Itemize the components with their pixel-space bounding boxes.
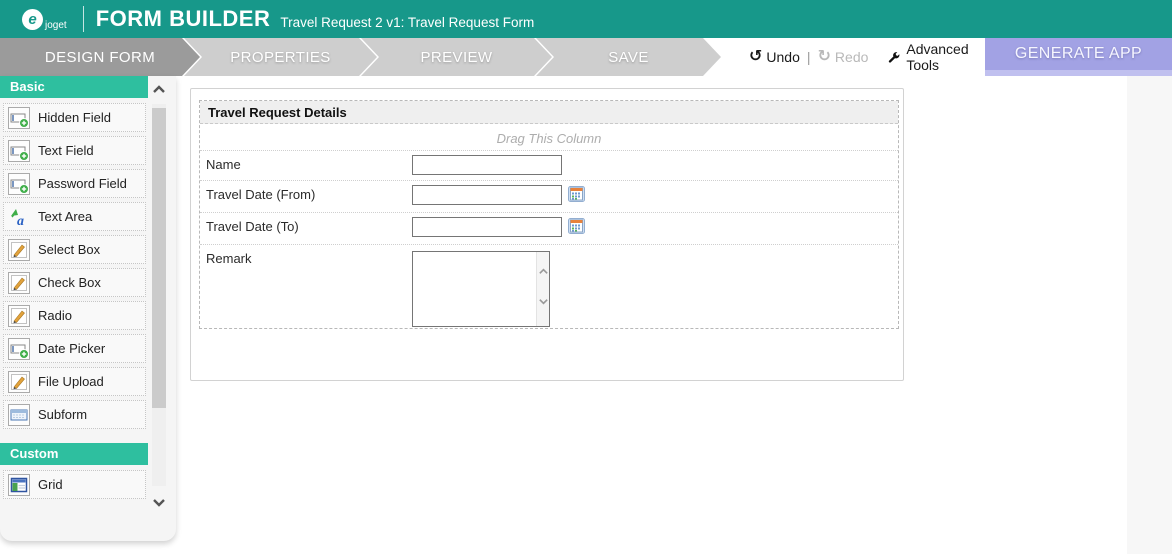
remark-textarea-wrap — [412, 251, 550, 327]
form-row-name[interactable]: Name — [200, 150, 898, 180]
field-label-travel-date-from: Travel Date (From) — [206, 187, 316, 202]
palette-scroll-down-icon[interactable] — [151, 494, 167, 510]
input-add-icon — [8, 106, 30, 129]
header-divider — [82, 6, 84, 32]
palette-item-grid[interactable]: Grid — [3, 470, 146, 499]
palette-item-label: Subform — [38, 407, 88, 422]
palette-item-label: File Upload — [38, 374, 104, 389]
joget-logo-icon: e — [22, 8, 43, 30]
palette-item-label: Radio — [38, 308, 72, 323]
field-label-remark: Remark — [206, 251, 252, 266]
form-row-remark[interactable]: Remark — [200, 244, 898, 327]
workflow-tabbar: DESIGN FORM PROPERTIES PREVIEW SAVE ↺ Un… — [0, 38, 1172, 76]
form-subtitle: Travel Request 2 v1: Travel Request Form — [280, 15, 535, 30]
pencil-box-icon — [8, 238, 30, 261]
palette-scrollbar-thumb[interactable] — [152, 108, 166, 408]
form-section-title[interactable]: Travel Request Details — [200, 101, 898, 124]
input-add-icon — [8, 172, 30, 195]
undo-icon: ↺ — [749, 48, 763, 65]
app-header: e joget FORM BUILDER Travel Request 2 v1… — [0, 0, 1172, 38]
advanced-tools-button[interactable]: Advanced Tools — [868, 41, 985, 73]
travel-date-to-calendar-button[interactable] — [568, 218, 585, 237]
drag-column-hint[interactable]: Drag This Column — [200, 124, 898, 150]
advanced-tools-label: Advanced Tools — [906, 41, 969, 73]
generate-app-button[interactable]: GENERATE APP — [985, 38, 1172, 76]
field-label-name: Name — [206, 157, 241, 172]
tab-preview[interactable]: PREVIEW — [361, 38, 552, 76]
input-add-icon — [8, 337, 30, 360]
palette-item-password-field[interactable]: Password Field — [3, 169, 146, 198]
calendar-icon — [568, 186, 585, 202]
pencil-box-icon — [8, 304, 30, 327]
app-title: FORM BUILDER — [95, 6, 271, 31]
wrench-icon — [889, 51, 900, 63]
calendar-icon — [568, 218, 585, 234]
subform-icon — [8, 403, 30, 426]
palette-item-label: Text Area — [38, 209, 93, 224]
undo-button[interactable]: ↺ Undo — [749, 48, 800, 66]
palette-item-label: Check Box — [38, 275, 101, 290]
palette-section-custom: Custom — [0, 443, 148, 465]
tab-save[interactable]: SAVE — [536, 38, 721, 76]
palette-item-text-area[interactable]: a Text Area — [3, 202, 146, 231]
joget-logo-text: joget — [45, 19, 67, 31]
field-label-travel-date-to: Travel Date (To) — [206, 219, 299, 234]
palette-item-text-field[interactable]: Text Field — [3, 136, 146, 165]
name-input[interactable] — [412, 155, 562, 175]
palette-item-label: Hidden Field — [38, 110, 111, 125]
scroll-down-icon[interactable] — [538, 296, 549, 307]
palette-item-file-upload[interactable]: File Upload — [3, 367, 146, 396]
palette-item-radio[interactable]: Radio — [3, 301, 146, 330]
undo-redo-separator: | — [806, 49, 811, 65]
textarea-icon: a — [11, 208, 24, 228]
textarea-scrollbar[interactable] — [536, 252, 549, 326]
quick-toolbar: ↺ Undo | ↻ Redo Advanced Tools — [721, 38, 985, 76]
palette-scrollbar-track[interactable] — [152, 104, 166, 486]
form-row-travel-date-to[interactable]: Travel Date (To) — [200, 212, 898, 244]
palette-item-date-picker[interactable]: Date Picker — [3, 334, 146, 363]
grid-icon — [8, 473, 30, 496]
palette-item-label: Select Box — [38, 242, 101, 257]
pencil-box-icon — [8, 370, 30, 393]
tab-design-form[interactable]: DESIGN FORM — [0, 38, 200, 76]
form-row-travel-date-from[interactable]: Travel Date (From) — [200, 180, 898, 212]
remark-textarea[interactable] — [413, 252, 536, 326]
right-margin-band — [1127, 76, 1172, 554]
element-palette: Basic Hidden Field Text Field Password F… — [0, 76, 176, 541]
undo-label: Undo — [766, 49, 800, 65]
travel-date-to-input[interactable] — [412, 217, 562, 237]
palette-item-label: Text Field — [38, 143, 94, 158]
travel-date-from-input[interactable] — [412, 185, 562, 205]
redo-label: Redo — [834, 49, 869, 65]
input-add-icon — [8, 139, 30, 162]
palette-item-label: Password Field — [38, 176, 127, 191]
scroll-up-icon[interactable] — [538, 266, 549, 277]
palette-section-basic: Basic — [0, 76, 148, 98]
palette-item-label: Date Picker — [38, 341, 106, 356]
palette-item-label: Grid — [38, 477, 63, 492]
redo-button[interactable]: ↻ Redo — [817, 48, 869, 66]
form-canvas: Travel Request Details Drag This Column … — [190, 88, 904, 381]
joget-logo: e joget — [22, 8, 67, 31]
palette-item-select-box[interactable]: Select Box — [3, 235, 146, 264]
svg-text:a: a — [17, 214, 24, 228]
tab-properties[interactable]: PROPERTIES — [184, 38, 377, 76]
palette-item-subform[interactable]: Subform — [3, 400, 146, 429]
form-section[interactable]: Travel Request Details Drag This Column … — [199, 100, 899, 329]
palette-item-check-box[interactable]: Check Box — [3, 268, 146, 297]
palette-item-hidden-field[interactable]: Hidden Field — [3, 103, 146, 132]
redo-icon: ↻ — [817, 48, 831, 65]
palette-scroll-up-icon[interactable] — [151, 82, 167, 98]
pencil-box-icon — [8, 271, 30, 294]
travel-date-from-calendar-button[interactable] — [568, 186, 585, 205]
